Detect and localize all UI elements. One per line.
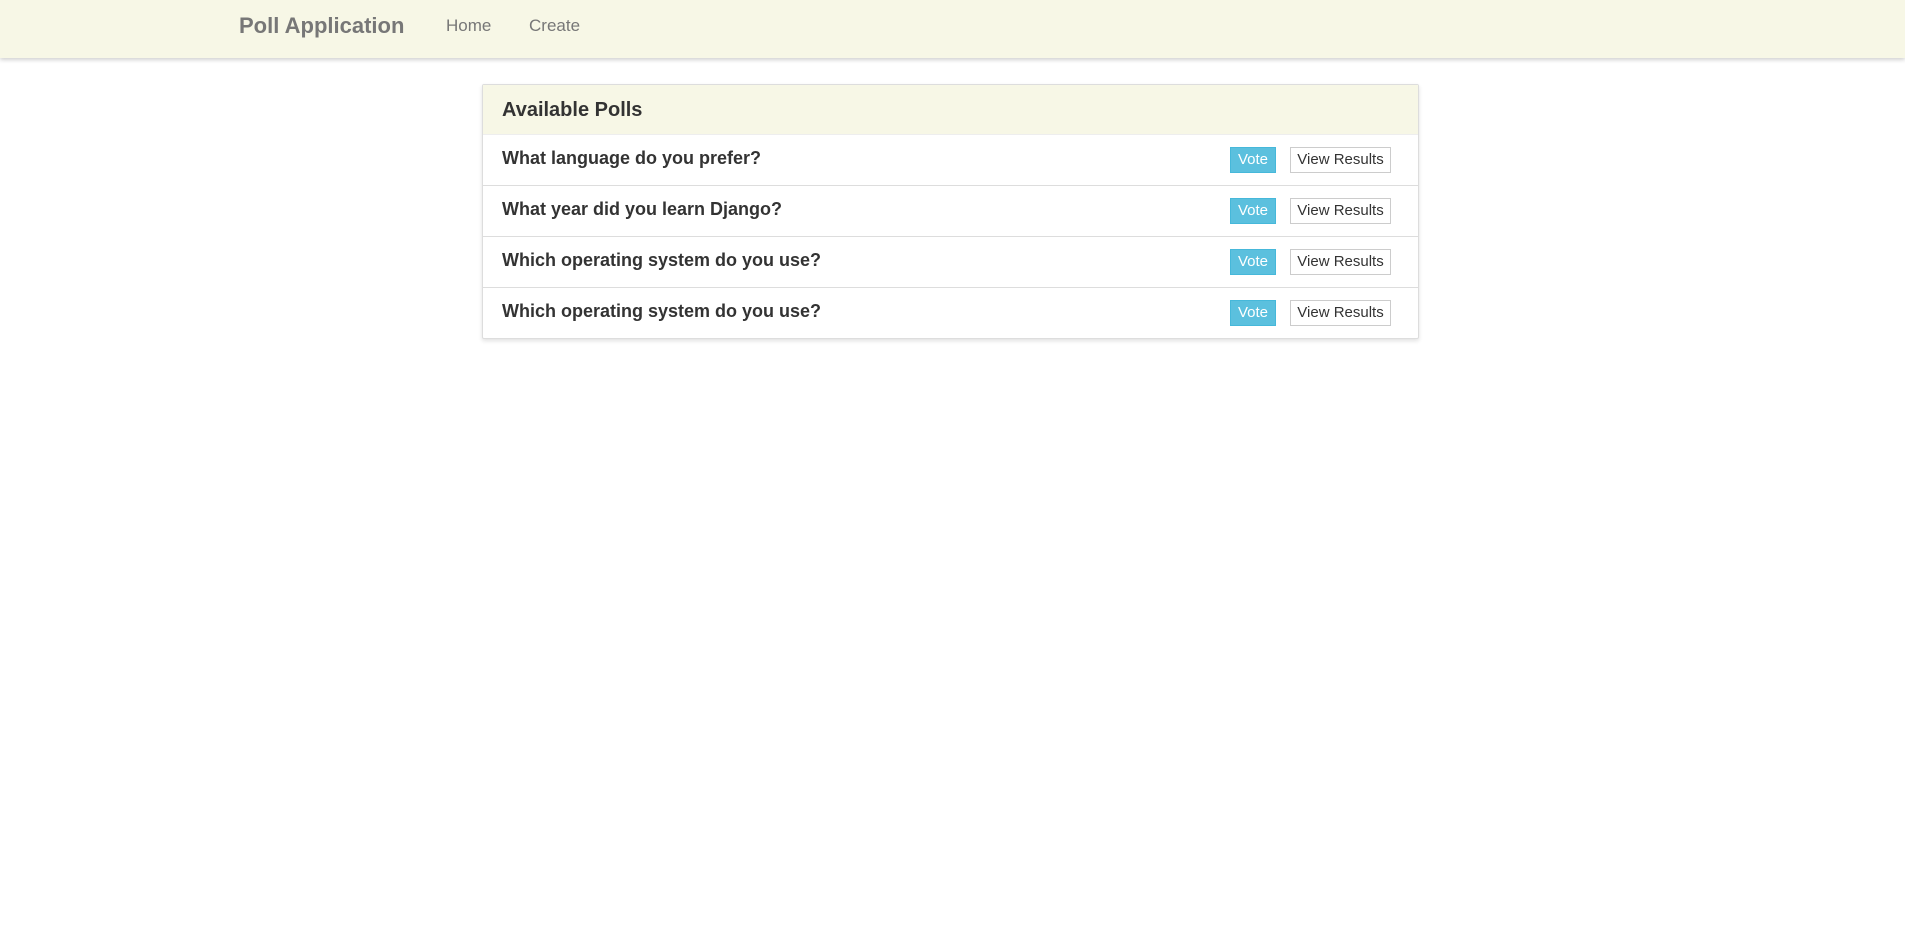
vote-button[interactable]: Vote	[1230, 300, 1276, 326]
view-results-button[interactable]: View Results	[1290, 147, 1391, 173]
panel-heading: Available Polls	[483, 85, 1418, 135]
polls-panel: Available Polls What language do you pre…	[482, 84, 1419, 339]
vote-button[interactable]: Vote	[1230, 147, 1276, 173]
poll-question: Which operating system do you use?	[502, 250, 822, 270]
nav-link-create[interactable]: Create	[529, 16, 580, 36]
nav-link-home[interactable]: Home	[446, 16, 491, 36]
view-results-button[interactable]: View Results	[1290, 198, 1391, 224]
view-results-button[interactable]: View Results	[1290, 300, 1391, 326]
panel-title: Available Polls	[502, 99, 643, 121]
brand-link[interactable]: Poll Application	[239, 13, 404, 39]
poll-list: What language do you prefer? Vote View R…	[483, 135, 1418, 338]
poll-list-item: What language do you prefer? Vote View R…	[483, 135, 1418, 185]
poll-question: What year did you learn Django?	[502, 199, 783, 219]
poll-question: What language do you prefer?	[502, 148, 762, 168]
poll-list-item: What year did you learn Django? Vote Vie…	[483, 185, 1418, 236]
vote-button[interactable]: Vote	[1230, 249, 1276, 275]
poll-list-item: Which operating system do you use? Vote …	[483, 287, 1418, 338]
view-results-button[interactable]: View Results	[1290, 249, 1391, 275]
vote-button[interactable]: Vote	[1230, 198, 1276, 224]
poll-question: Which operating system do you use?	[502, 301, 822, 321]
poll-list-item: Which operating system do you use? Vote …	[483, 236, 1418, 287]
navbar: Poll Application Home Create	[0, 0, 1905, 58]
